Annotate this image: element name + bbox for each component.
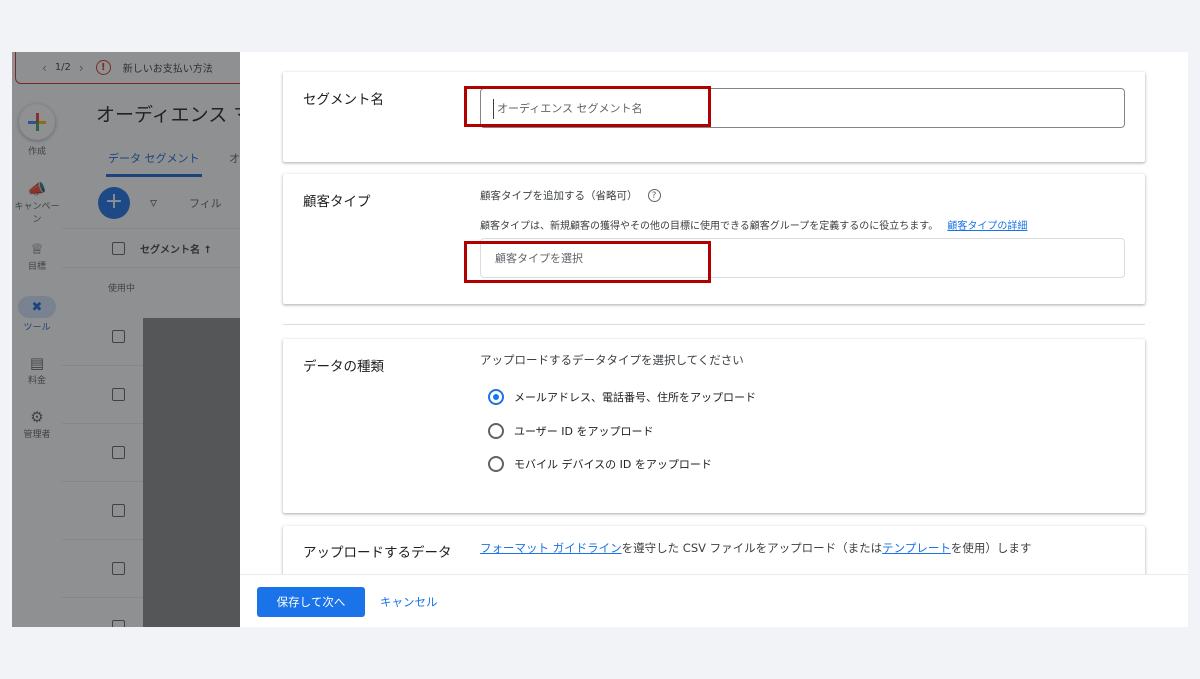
segment-name-card: セグメント名 オーディエンス セグメント名: [283, 72, 1145, 162]
cancel-button[interactable]: キャンセル: [378, 587, 440, 617]
data-type-card: データの種類 アップロードするデータタイプを選択してください メールアドレス、電…: [283, 339, 1145, 513]
customer-type-card: 顧客タイプ 顧客タイプを追加する（省略可） ? 顧客タイプは、新規顧客の獲得やそ…: [283, 174, 1145, 304]
segment-name-placeholder: オーディエンス セグメント名: [497, 102, 643, 115]
section-divider: [283, 324, 1145, 325]
radio-option-user-id[interactable]: ユーザー ID をアップロード: [488, 423, 654, 439]
customer-type-placeholder: 顧客タイプを選択: [495, 252, 583, 265]
template-link[interactable]: テンプレート: [882, 541, 951, 555]
upload-text-2: を使用）します: [950, 541, 1032, 555]
help-icon[interactable]: ?: [647, 189, 661, 202]
radio-button-checked[interactable]: [488, 389, 504, 405]
customer-type-title: 顧客タイプ: [303, 194, 371, 210]
data-type-title: データの種類: [303, 359, 384, 375]
upload-text-1: を遵守した CSV ファイルをアップロード（または: [621, 541, 883, 555]
radio-label: メールアドレス、電話番号、住所をアップロード: [514, 391, 756, 404]
format-guidelines-link[interactable]: フォーマット ガイドライン: [480, 541, 622, 555]
radio-option-mobile-id[interactable]: モバイル デバイスの ID をアップロード: [488, 456, 712, 472]
upload-description: フォーマット ガイドラインを遵守した CSV ファイルをアップロード（またはテン…: [480, 540, 1031, 556]
save-and-next-button[interactable]: 保存して次へ: [257, 587, 365, 617]
customer-type-add-label: 顧客タイプを追加する（省略可） ?: [480, 188, 661, 203]
panel-scroll-area[interactable]: セグメント名 オーディエンス セグメント名 顧客タイプ 顧客タイプを追加する（省…: [240, 52, 1188, 574]
customer-type-select[interactable]: 顧客タイプを選択: [480, 238, 1125, 278]
radio-option-contact-info[interactable]: メールアドレス、電話番号、住所をアップロード: [488, 389, 756, 405]
customer-type-details-link[interactable]: 顧客タイプの詳細: [947, 221, 1027, 232]
upload-data-card: アップロードするデータ フォーマット ガイドラインを遵守した CSV ファイルを…: [283, 526, 1145, 574]
panel-footer: 保存して次へ キャンセル: [240, 574, 1188, 627]
segment-name-input[interactable]: オーディエンス セグメント名: [480, 88, 1125, 128]
customer-type-add-text: 顧客タイプを追加する（省略可）: [480, 190, 638, 202]
radio-button[interactable]: [488, 456, 504, 472]
radio-label: ユーザー ID をアップロード: [514, 425, 654, 438]
customer-type-description: 顧客タイプは、新規顧客の獲得やその他の目標に使用できる顧客グループを定義するのに…: [480, 217, 1027, 232]
upload-data-title: アップロードするデータ: [303, 545, 452, 561]
customer-type-description-text: 顧客タイプは、新規顧客の獲得やその他の目標に使用できる顧客グループを定義するのに…: [480, 221, 939, 232]
data-type-prompt: アップロードするデータタイプを選択してください: [480, 353, 744, 367]
text-caret: [493, 99, 494, 119]
radio-label: モバイル デバイスの ID をアップロード: [514, 458, 712, 471]
segment-name-title: セグメント名: [303, 92, 384, 108]
segment-editor-panel: セグメント名 オーディエンス セグメント名 顧客タイプ 顧客タイプを追加する（省…: [240, 52, 1188, 627]
modal-scrim[interactable]: [12, 52, 240, 627]
screenshot-frame: ‹ 1/2 › ! 新しいお支払い方法 作成 📣 キャンペーン ♕ 目標 ✖ ツ…: [12, 52, 1188, 627]
radio-button[interactable]: [488, 423, 504, 439]
